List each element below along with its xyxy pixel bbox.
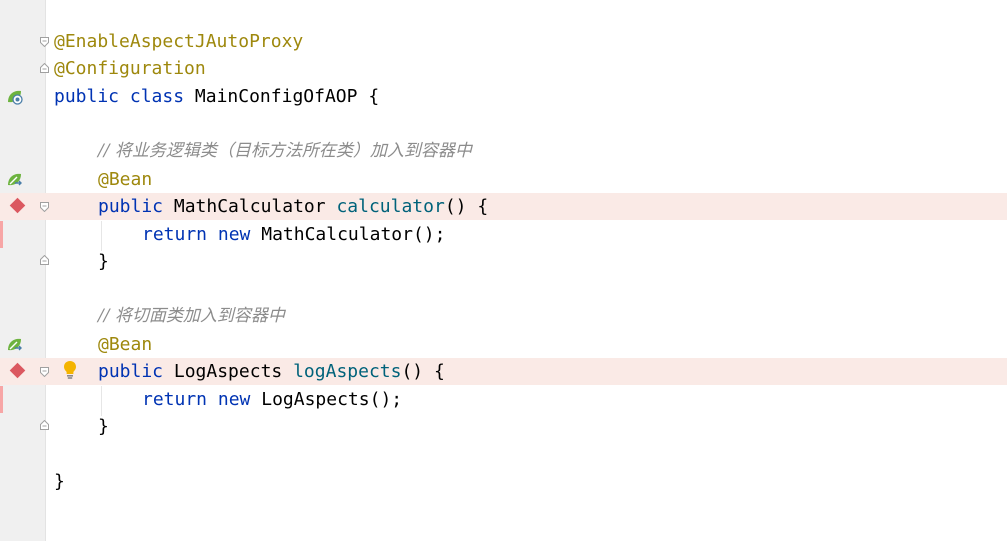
fold-end-marker-icon[interactable] — [40, 63, 49, 73]
code-line-2[interactable]: @Configuration — [0, 55, 1007, 82]
code-line-9[interactable]: } — [0, 248, 1007, 275]
keyword: class — [129, 86, 185, 107]
keyword: new — [217, 389, 251, 410]
code-comment: // 将业务逻辑类（目标方法所在类）加入到容器中 — [98, 141, 472, 161]
code-line-17[interactable]: } — [0, 468, 1007, 495]
code-line-1[interactable]: @EnableAspectJAutoProxy — [0, 28, 1007, 55]
code-line-12[interactable]: @Bean — [0, 331, 1007, 358]
fold-marker-icon[interactable] — [40, 367, 49, 377]
type-name: LogAspects — [173, 361, 283, 382]
code-line-7[interactable]: public MathCalculator calculator() { — [0, 193, 1007, 220]
code-line-14[interactable]: return new LogAspects(); — [0, 386, 1007, 413]
return-statement: return new LogAspects(); — [142, 386, 402, 413]
breakpoint-icon[interactable] — [9, 197, 26, 214]
code-line-15[interactable]: } — [0, 413, 1007, 440]
spring-bean-icon[interactable] — [6, 171, 24, 189]
method-name: calculator — [336, 196, 445, 217]
closing-brace: } — [98, 416, 109, 437]
keyword: return — [142, 389, 208, 410]
return-statement: return new MathCalculator(); — [142, 221, 445, 248]
code-editor[interactable]: @EnableAspectJAutoProxy @Configuration p… — [0, 0, 1007, 541]
keyword: public — [98, 361, 164, 382]
code-line-5[interactable]: // 将业务逻辑类（目标方法所在类）加入到容器中 — [0, 138, 1007, 165]
closing-brace: } — [54, 471, 65, 492]
change-marker[interactable] — [0, 221, 3, 248]
method-declaration: public MathCalculator calculator() { — [98, 193, 488, 220]
lightbulb-icon[interactable] — [63, 360, 77, 380]
annotation: @EnableAspectJAutoProxy — [54, 31, 304, 52]
spring-bean-icon[interactable] — [6, 336, 24, 354]
fold-end-marker-icon[interactable] — [40, 255, 49, 265]
expression: LogAspects(); — [261, 389, 403, 410]
method-params: () { — [401, 361, 445, 382]
code-line-11[interactable]: // 将切面类加入到容器中 — [0, 303, 1007, 330]
type-name: MathCalculator — [173, 196, 326, 217]
breakpoint-icon[interactable] — [9, 362, 26, 379]
annotation: @Bean — [98, 334, 153, 355]
code-line-6[interactable]: @Bean — [0, 166, 1007, 193]
annotation: @Bean — [98, 169, 153, 190]
code-line-8[interactable]: return new MathCalculator(); — [0, 221, 1007, 248]
class-name: MainConfigOfAOP — [194, 86, 358, 107]
expression: MathCalculator(); — [261, 224, 446, 245]
keyword: new — [217, 224, 251, 245]
method-params: () { — [444, 196, 489, 217]
code-line-3[interactable]: public class MainConfigOfAOP { — [0, 83, 1007, 110]
keyword: public — [54, 86, 120, 107]
annotation: @Configuration — [54, 58, 206, 79]
brace: { — [368, 86, 380, 107]
method-name: logAspects — [293, 361, 402, 382]
closing-brace: } — [98, 251, 109, 272]
fold-end-marker-icon[interactable] — [40, 420, 49, 430]
code-line-13[interactable]: public LogAspects logAspects() { — [0, 358, 1007, 385]
keyword: public — [98, 196, 164, 217]
keyword: return — [142, 224, 208, 245]
method-declaration: public LogAspects logAspects() { — [98, 358, 445, 385]
fold-marker-icon[interactable] — [40, 37, 49, 47]
spring-config-icon[interactable] — [6, 88, 24, 106]
fold-marker-icon[interactable] — [40, 202, 49, 212]
change-marker[interactable] — [0, 386, 3, 413]
code-comment: // 将切面类加入到容器中 — [98, 306, 285, 326]
class-declaration: public class MainConfigOfAOP { — [54, 83, 379, 110]
